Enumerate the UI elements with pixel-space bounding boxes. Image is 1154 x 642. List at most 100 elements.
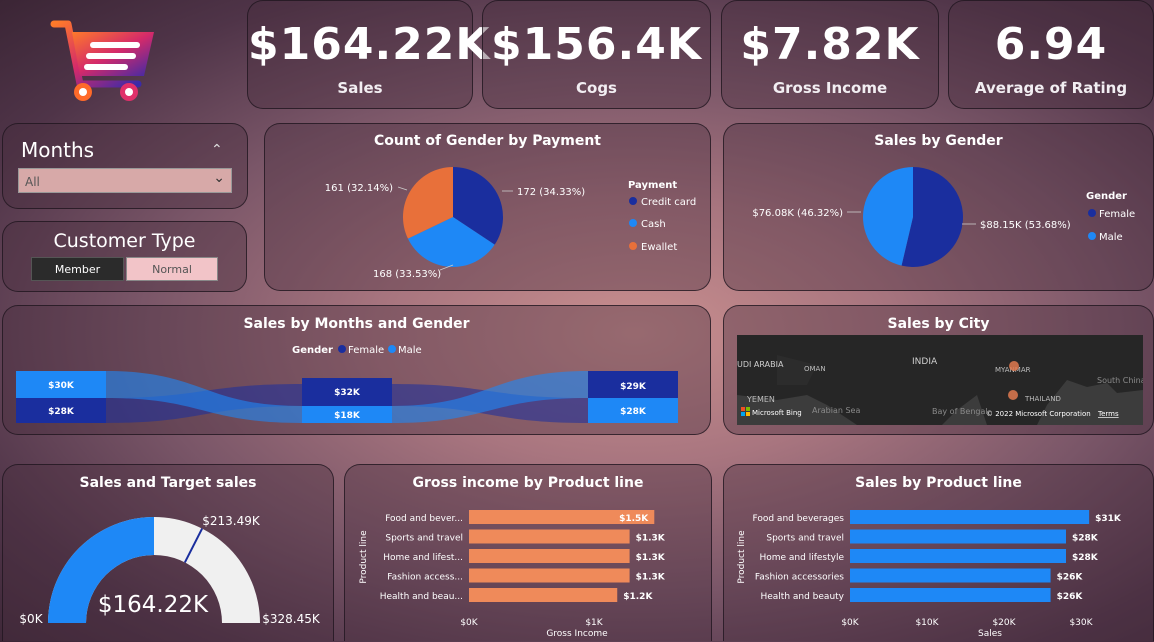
chart-title: Sales by City xyxy=(887,316,990,332)
category-label: Health and beau... xyxy=(380,592,463,602)
map-label: YEMEN xyxy=(746,395,775,404)
legend-item[interactable]: Male xyxy=(1099,232,1123,243)
bar[interactable] xyxy=(850,510,1090,524)
segment-label: $32K xyxy=(334,388,361,398)
bar[interactable] xyxy=(850,588,1051,602)
tick-label: $20K xyxy=(992,618,1016,628)
city-bubble[interactable] xyxy=(1009,361,1019,371)
kpi-label: Average of Rating xyxy=(974,79,1128,97)
gauge-max: $328.45K xyxy=(262,612,321,626)
tick-label: $10K xyxy=(915,618,939,628)
category-label: Fashion access... xyxy=(387,573,463,583)
legend-swatch xyxy=(629,219,637,227)
bar[interactable] xyxy=(469,568,630,583)
bar[interactable] xyxy=(469,529,630,544)
map-label: South China Sea xyxy=(1097,376,1143,385)
bar[interactable] xyxy=(850,549,1066,563)
kpi-value: $164.22K xyxy=(248,19,491,70)
kpi-value: $7.82K xyxy=(740,19,920,70)
value-label: $31K xyxy=(1095,514,1122,524)
city-map-card: Sales by City INDIA UDI ARABIA OMAN YEME… xyxy=(723,305,1154,435)
data-label: $88.15K (53.68%) xyxy=(980,220,1071,231)
legend-title: Gender xyxy=(292,345,333,356)
axis-label: Gross Income xyxy=(546,629,608,639)
normal-button[interactable]: Normal xyxy=(126,257,218,281)
bar[interactable] xyxy=(469,588,618,602)
legend-swatch xyxy=(338,345,346,353)
bar[interactable] xyxy=(850,529,1066,544)
tick-label: $1K xyxy=(585,618,603,628)
value-label: $26K xyxy=(1057,573,1084,583)
value-label: $26K xyxy=(1057,592,1084,602)
value-label: $1.2K xyxy=(623,592,653,602)
map-label: Arabian Sea xyxy=(812,406,860,415)
gross-income-bar-chart: Product line Gross Income $0K $1K Food a… xyxy=(359,510,666,639)
months-title: Months xyxy=(21,138,95,162)
bar[interactable] xyxy=(469,549,630,563)
member-button[interactable]: Member xyxy=(31,257,124,281)
category-label: Home and lifest... xyxy=(383,553,463,563)
chevron-down-icon: ⌄ xyxy=(213,170,225,186)
months-dropdown[interactable]: All ⌄ xyxy=(18,168,232,193)
data-label: 168 (33.53%) xyxy=(373,269,441,280)
gauge-chart: $164.22K $0K $328.45K $213.49K xyxy=(19,514,321,626)
gauge-target: $213.49K xyxy=(202,514,261,528)
value-label: $1.3K xyxy=(636,553,666,563)
map-label: INDIA xyxy=(912,357,938,367)
category-label: Sports and travel xyxy=(766,534,844,544)
ribbon-chart: Gender Female Male $30K $28K $32K $18K $… xyxy=(16,345,678,423)
legend-item[interactable]: Female xyxy=(348,345,384,356)
data-label: 172 (34.33%) xyxy=(517,187,585,198)
map-label: Bay of Bengal xyxy=(932,407,988,416)
pie-slices xyxy=(863,167,963,267)
kpi-label: Gross Income xyxy=(772,79,888,97)
legend-item[interactable]: Ewallet xyxy=(641,242,677,253)
gauge-min: $0K xyxy=(19,612,43,626)
segment-label: $30K xyxy=(48,381,75,391)
segment-label: $18K xyxy=(334,411,361,421)
category-label: Health and beauty xyxy=(760,592,844,602)
axis-label: Product line xyxy=(359,530,369,584)
kpi-card-cogs: $156.4K Cogs xyxy=(482,0,711,109)
category-label: Sports and travel xyxy=(385,534,463,544)
months-slicer: Months ⌃ All ⌄ xyxy=(2,123,248,209)
segment-label: $28K xyxy=(620,407,647,417)
axis-label: Sales xyxy=(978,629,1002,639)
legend-title: Gender xyxy=(1086,191,1127,202)
city-map[interactable]: INDIA UDI ARABIA OMAN YEMEN MYANMAR THAI… xyxy=(737,335,1143,425)
kpi-value: $156.4K xyxy=(491,19,702,70)
map-copyright: © 2022 Microsoft Corporation xyxy=(986,410,1091,418)
data-label: $76.08K (46.32%) xyxy=(752,208,843,219)
legend-swatch xyxy=(388,345,396,353)
value-label: $28K xyxy=(1072,534,1099,544)
category-label: Food and bever... xyxy=(385,514,463,524)
gender-pie-chart: $88.15K (53.68%) $76.08K (46.32%) Gender… xyxy=(752,167,1135,267)
map-label: THAILAND xyxy=(1024,395,1061,403)
category-label: Fashion accessories xyxy=(755,573,844,583)
tick-label: $30K xyxy=(1069,618,1093,628)
kpi-card-gross-income: $7.82K Gross Income xyxy=(721,0,939,109)
tick-label: $0K xyxy=(841,618,859,628)
legend-swatch xyxy=(1088,209,1096,217)
city-bubble[interactable] xyxy=(1008,390,1018,400)
kpi-label: Sales xyxy=(337,79,383,97)
map-label: OMAN xyxy=(804,365,826,373)
chevron-up-icon[interactable]: ⌃ xyxy=(211,142,223,158)
gauge-value: $164.22K xyxy=(98,592,209,618)
bar[interactable] xyxy=(850,568,1051,583)
tick-label: $0K xyxy=(460,618,478,628)
map-terms-link[interactable]: Terms xyxy=(1097,410,1119,418)
map-attribution: Microsoft Bing xyxy=(752,409,802,417)
value-label: $28K xyxy=(1072,553,1099,563)
legend-item[interactable]: Credit card xyxy=(641,197,696,208)
legend-item[interactable]: Cash xyxy=(641,219,666,230)
segment-label: $29K xyxy=(620,382,647,392)
sales-product-bar-chart: Product line Sales $0K $10K $20K $30K Fo… xyxy=(737,510,1122,639)
legend-item[interactable]: Female xyxy=(1099,209,1135,220)
kpi-label: Cogs xyxy=(576,79,617,97)
category-label: Food and beverages xyxy=(752,514,844,524)
segment-label: $28K xyxy=(48,407,75,417)
kpi-card-sales: $164.22K Sales xyxy=(247,0,491,109)
legend-swatch xyxy=(629,242,637,250)
legend-item[interactable]: Male xyxy=(398,345,422,356)
